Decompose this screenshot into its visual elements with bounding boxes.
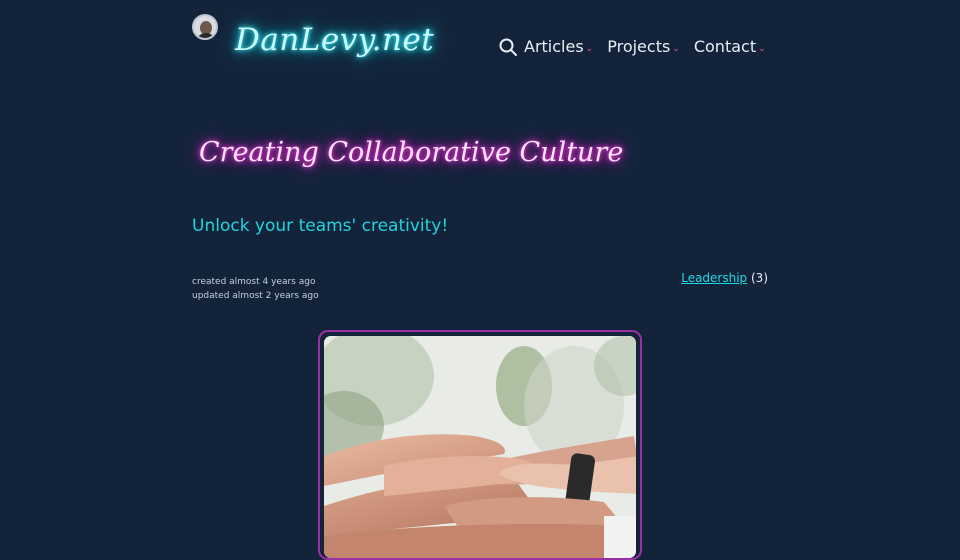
- tag-link-leadership[interactable]: Leadership: [681, 271, 747, 285]
- chevron-down-icon: ⌄: [672, 44, 680, 54]
- stacked-hands-illustration: [324, 336, 636, 558]
- updated-date: updated almost 2 years ago: [192, 291, 319, 301]
- hero-image-frame: [318, 330, 642, 560]
- chevron-down-icon: ⌄: [585, 44, 594, 54]
- created-date: created almost 4 years ago: [192, 277, 316, 287]
- hero-image: [324, 336, 636, 558]
- site-logo[interactable]: DanLevy.net: [235, 22, 434, 58]
- nav-item-articles[interactable]: Articles ⌄: [524, 36, 593, 58]
- search-icon[interactable]: [498, 37, 518, 57]
- nav-item-label: Contact: [693, 37, 757, 56]
- avatar[interactable]: [192, 14, 218, 40]
- page-title: Creating Collaborative Culture: [199, 137, 624, 168]
- nav-item-label: Articles: [524, 37, 584, 56]
- nav-item-label: Projects: [607, 37, 671, 56]
- article-subtitle: Unlock your teams' creativity!: [192, 216, 449, 236]
- tag-count: (3): [751, 271, 768, 285]
- main-nav: Articles ⌄ Projects ⌄ Contact ⌄: [498, 36, 780, 58]
- site-header: DanLevy.net Articles ⌄ Projects ⌄ Contac…: [0, 0, 960, 100]
- nav-item-contact[interactable]: Contact ⌄: [694, 36, 766, 58]
- chevron-down-icon: ⌄: [758, 44, 766, 54]
- article-dates: created almost 4 years ago updated almos…: [192, 275, 319, 303]
- nav-item-projects[interactable]: Projects ⌄: [607, 36, 680, 58]
- tag-list: Leadership (3): [681, 271, 768, 285]
